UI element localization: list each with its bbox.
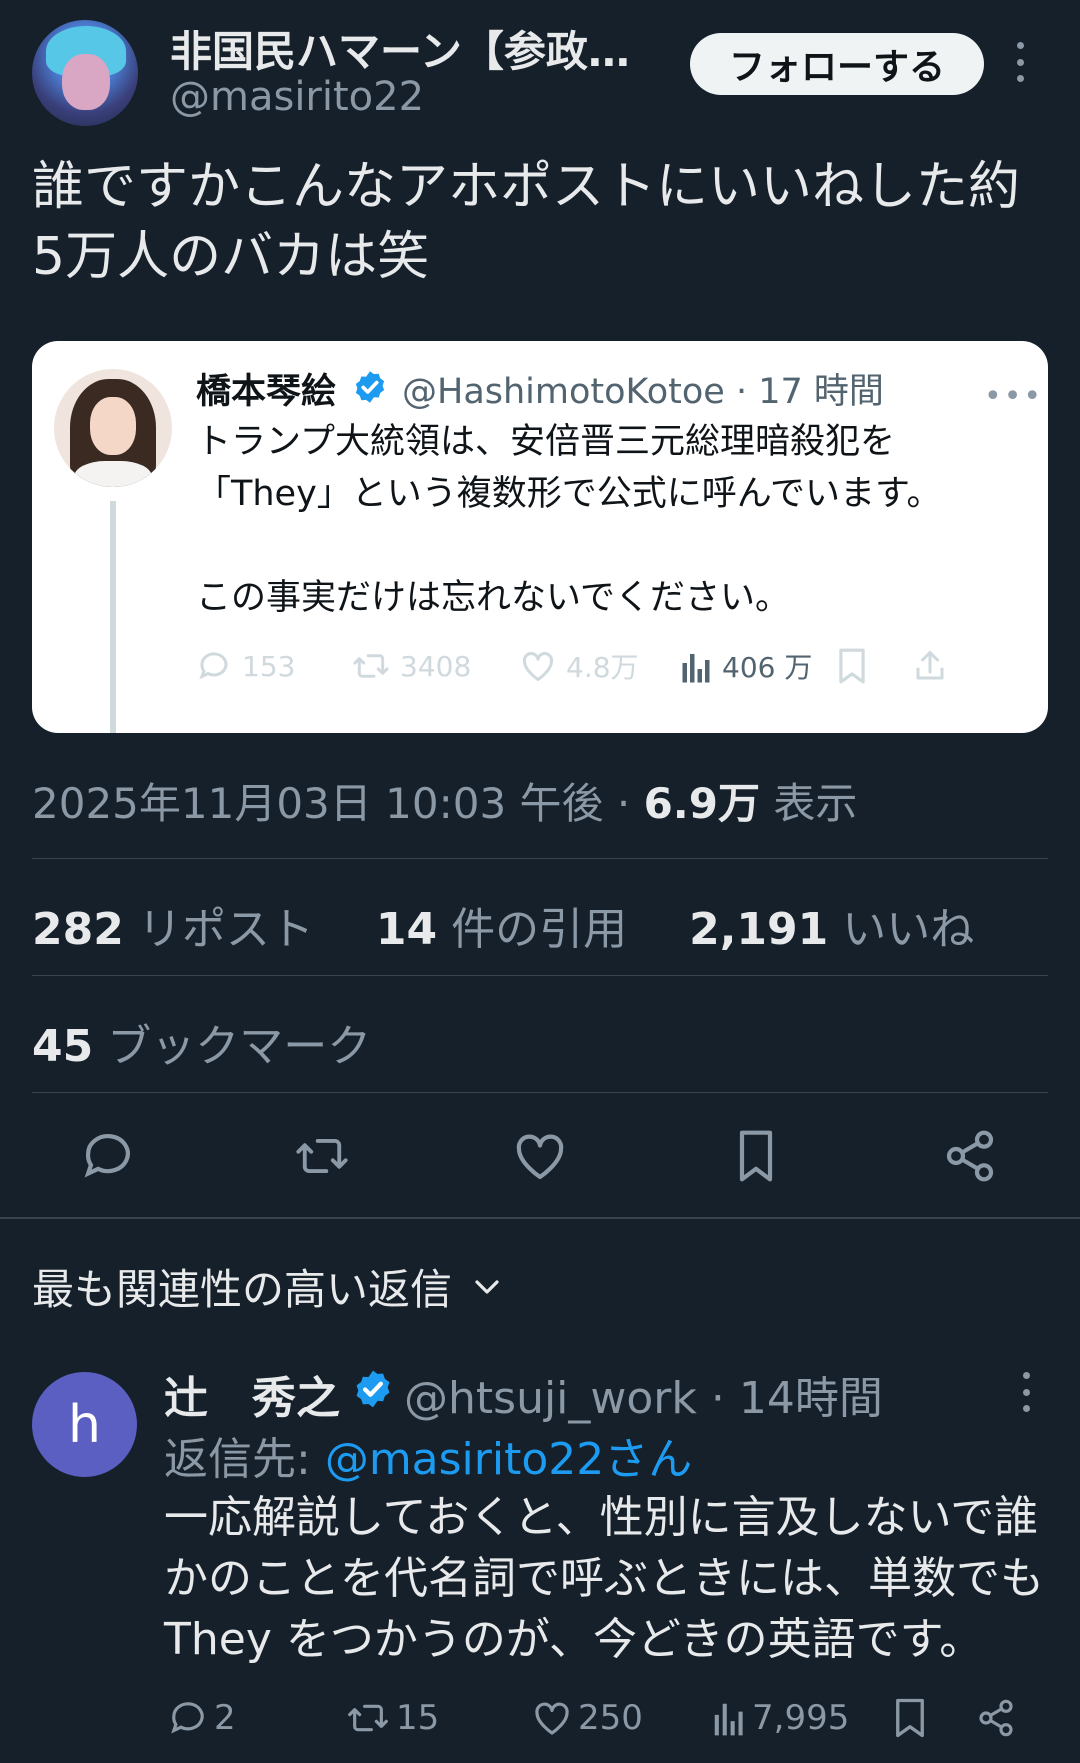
reply-repost-count: 15	[396, 1698, 440, 1738]
bookmarks-label: ブックマーク	[93, 1021, 372, 1072]
quoted-reply-action[interactable]: 153	[196, 641, 295, 691]
tweet-text-line: 5万人のバカは笑	[32, 227, 430, 287]
tweet-timestamp[interactable]: 2025年11月03日 10:03 午後 · 6.9万 表示	[32, 770, 857, 831]
more-options-icon[interactable]	[1016, 1372, 1036, 1412]
quoted-tweet[interactable]: 橋本琴絵 @HashimotoKotoe · 17 時間 ••• トランプ大統領…	[32, 341, 1048, 733]
reply-text-line: They をつかうのが、今どきの英語です。	[164, 1614, 984, 1665]
bookmarks-stat[interactable]: 45 ブックマーク	[32, 1010, 371, 1074]
engagement-stats: 282 リポスト 14 件の引用 2,191 いいね	[32, 893, 974, 957]
quoted-like-action[interactable]: 4.8万	[520, 641, 639, 691]
author-avatar[interactable]	[32, 20, 138, 126]
quoted-like-count: 4.8万	[566, 651, 639, 684]
reply-text-line: かのことを代名詞で呼ぶときには、単数でも	[164, 1553, 1044, 1604]
timestamp-text[interactable]: 2025年11月03日 10:03 午後 ·	[32, 779, 644, 828]
reply-repost-action[interactable]: 15	[346, 1690, 439, 1746]
reply-reply-count: 2	[214, 1698, 236, 1738]
author-handle[interactable]: @masirito22	[170, 74, 424, 120]
tweet-action-bar	[0, 1120, 1080, 1190]
tweet-text-line: 誰ですかこんなアホポストにいいねした約	[32, 157, 1021, 217]
reply-like-count: 250	[578, 1698, 643, 1738]
likes-stat[interactable]: 2,191 いいね	[689, 904, 974, 955]
quoted-bookmark-action[interactable]	[836, 641, 868, 691]
reply-icon	[171, 1702, 204, 1734]
quoted-actions: 153 3408 4.8万 406 万	[196, 641, 1046, 691]
divider	[32, 1092, 1048, 1093]
section-divider	[0, 1217, 1080, 1219]
heart-icon	[535, 1702, 569, 1735]
reply-reply-action[interactable]: 2	[168, 1690, 236, 1746]
share-icon	[916, 651, 944, 680]
reply-icon[interactable]	[80, 1128, 136, 1184]
reply-to-line: 返信先: @masirito22さん	[164, 1423, 692, 1487]
quoted-views-count: 406 万	[722, 651, 813, 684]
heart-icon	[522, 652, 554, 681]
follow-button[interactable]: フォローする	[690, 33, 984, 95]
thread-line	[110, 501, 116, 733]
replies-sort-dropdown[interactable]: 最も関連性の高い返信	[32, 1256, 502, 1317]
repost-icon	[348, 1704, 388, 1732]
views-label: 表示	[759, 779, 858, 828]
reply-bookmark-action[interactable]	[892, 1690, 928, 1746]
share-icon	[979, 1699, 1013, 1737]
quotes-stat[interactable]: 14 件の引用	[376, 904, 627, 955]
reply-to-handle-link[interactable]: @masirito22さん	[325, 1434, 692, 1485]
repost-icon[interactable]	[294, 1128, 350, 1184]
reply-like-action[interactable]: 250	[532, 1690, 643, 1746]
views-icon	[682, 654, 710, 683]
quoted-reply-count: 153	[242, 649, 296, 683]
views-count: 6.9万	[643, 779, 760, 828]
reply-to-prefix: 返信先:	[164, 1434, 325, 1485]
tweet-text: 誰ですかこんなアホポストにいいねした約 5万人のバカは笑	[32, 152, 1052, 292]
reposts-stat[interactable]: 282 リポスト	[32, 904, 314, 955]
quotes-count: 14	[375, 904, 438, 955]
quoted-text-line: トランプ大統領は、安倍晋三元総理暗殺犯を	[196, 422, 895, 462]
divider	[32, 858, 1048, 859]
quoted-text-line	[196, 520, 1036, 572]
reply-icon	[199, 652, 228, 680]
quotes-label: 件の引用	[437, 904, 628, 955]
quoted-author-avatar[interactable]	[54, 369, 172, 487]
reposts-label: リポスト	[123, 904, 314, 955]
share-icon[interactable]	[942, 1128, 998, 1184]
verified-badge-icon	[355, 371, 385, 403]
bookmark-icon	[839, 648, 865, 684]
reply-action-bar: 2 15 250 7,995	[164, 1690, 1054, 1746]
reply-views-count: 7,995	[752, 1698, 850, 1738]
bookmarks-count: 45	[32, 1021, 94, 1072]
reply-author-name[interactable]: 辻 秀之	[164, 1362, 340, 1426]
chevron-down-icon	[475, 1279, 499, 1294]
likes-label: いいね	[828, 904, 975, 955]
quoted-more-icon[interactable]: •••	[984, 379, 1043, 414]
quoted-text-line: この事実だけは忘れないでください。	[196, 578, 790, 618]
quoted-author-name[interactable]: 橋本琴絵	[196, 363, 336, 414]
quoted-author-handle[interactable]: @HashimotoKotoe · 17 時間	[402, 363, 884, 414]
heart-icon[interactable]	[512, 1128, 568, 1184]
quoted-repost-action[interactable]: 3408	[352, 641, 471, 691]
verified-badge-icon	[356, 1370, 390, 1408]
replies-sort-label: 最も関連性の高い返信	[32, 1265, 453, 1314]
author-display-name[interactable]: 非国民ハマーン【参政…	[170, 18, 630, 79]
quoted-tweet-text: トランプ大統領は、安倍晋三元総理暗殺犯を 「They」という複数形で公式に呼んで…	[196, 416, 1036, 624]
quoted-share-action[interactable]	[912, 641, 948, 691]
quoted-views-action[interactable]: 406 万	[680, 641, 812, 691]
bookmark-icon	[896, 1698, 924, 1738]
reply-author-avatar[interactable]: h	[32, 1372, 137, 1477]
divider	[32, 975, 1048, 976]
quoted-text-line: 「They」という複数形で公式に呼んでいます。	[196, 474, 942, 514]
reply-author-handle[interactable]: @htsuji_work · 14時間	[404, 1362, 883, 1426]
quoted-repost-count: 3408	[400, 649, 472, 683]
bookmark-icon[interactable]	[728, 1128, 784, 1184]
more-options-icon[interactable]	[1010, 42, 1030, 82]
reply-text-line: 一応解説しておくと、性別に言及しないで誰	[164, 1492, 1039, 1543]
reply-share-action[interactable]	[976, 1690, 1016, 1746]
reposts-count: 282	[32, 904, 124, 955]
reply-views-action[interactable]: 7,995	[712, 1690, 849, 1746]
views-icon	[714, 1703, 743, 1736]
reply-text: 一応解説しておくと、性別に言及しないで誰 かのことを代名詞で呼ぶときには、単数で…	[164, 1487, 1064, 1670]
likes-count: 2,191	[689, 904, 829, 955]
repost-icon	[353, 654, 389, 678]
